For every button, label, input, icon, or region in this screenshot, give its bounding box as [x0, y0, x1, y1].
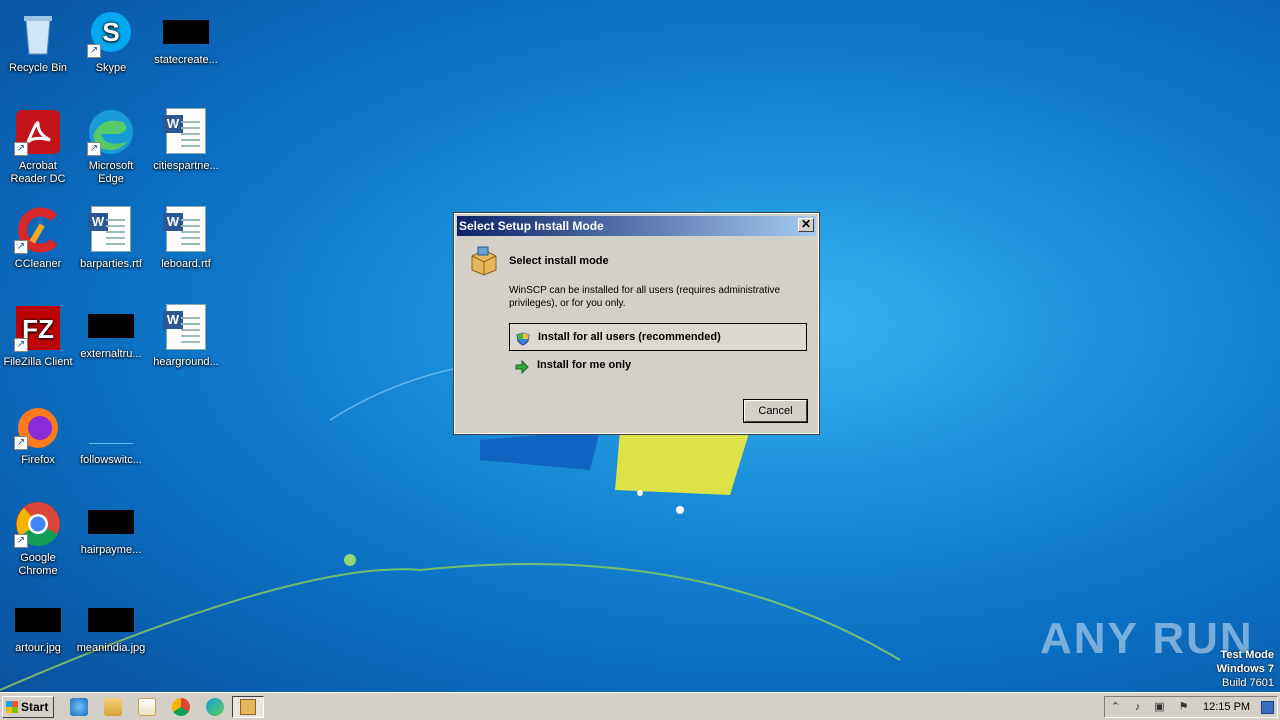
- watermark-line3: Build 7601: [1222, 677, 1274, 689]
- show-hidden-icons-icon[interactable]: ⌃: [1109, 701, 1122, 714]
- desktop-icon-chrome[interactable]: ↗ Google Chrome: [0, 496, 76, 586]
- desktop-icon-leboard[interactable]: W leboard.rtf: [148, 202, 224, 292]
- desktop-icon-recycle-bin[interactable]: Recycle Bin: [0, 6, 76, 96]
- firefox-icon: ↗: [14, 402, 62, 450]
- edge-taskbar-icon[interactable]: [206, 698, 224, 716]
- dialog-title: Select Setup Install Mode: [459, 219, 604, 233]
- windows-logo-icon: [6, 701, 18, 713]
- file-explorer-icon[interactable]: [104, 698, 122, 716]
- redacted-file-icon: [163, 20, 209, 44]
- install-me-only-button[interactable]: Install for me only: [509, 352, 807, 380]
- dialog-titlebar[interactable]: Select Setup Install Mode ✕: [457, 216, 816, 236]
- word-doc-icon: W: [163, 108, 206, 154]
- redacted-file-icon: [88, 510, 134, 534]
- acrobat-icon: ↗: [14, 108, 62, 156]
- volume-icon[interactable]: ♪: [1131, 701, 1144, 714]
- test-mode-watermark: Test Mode Windows 7 Build 7601: [1214, 648, 1274, 690]
- media-player-icon[interactable]: [138, 698, 156, 716]
- start-button[interactable]: Start: [2, 696, 54, 718]
- redacted-file-icon: [88, 608, 134, 632]
- install-me-only-label: Install for me only: [537, 359, 632, 371]
- close-button[interactable]: ✕: [798, 218, 814, 232]
- edge-icon: ↗: [87, 108, 135, 156]
- skype-icon: S ↗: [87, 10, 135, 58]
- filezilla-icon: FZ ↗: [14, 304, 62, 352]
- word-doc-icon: W: [163, 304, 206, 350]
- desktop-icon-followswitc[interactable]: followswitc...: [73, 398, 149, 488]
- dialog-heading: Select install mode: [509, 255, 609, 267]
- desktop-icon-externaltru[interactable]: externaltru...: [73, 300, 149, 390]
- dialog-description: WinSCP can be installed for all users (r…: [509, 285, 781, 309]
- desktop-icon-acrobat[interactable]: ↗ Acrobat Reader DC: [0, 104, 76, 194]
- action-center-flag-icon[interactable]: ⚑: [1177, 701, 1190, 714]
- setup-box-icon: [469, 246, 499, 276]
- desktop-icon-filezilla[interactable]: FZ ↗ FileZilla Client: [0, 300, 76, 390]
- desktop-icon-hearground[interactable]: W hearground...: [148, 300, 224, 390]
- green-arrow-icon: [515, 358, 529, 375]
- shortcut-arrow-icon: ↗: [14, 338, 28, 352]
- desktop-icon-meanindia[interactable]: meanindia.jpg: [73, 594, 149, 684]
- shortcut-arrow-icon: ↗: [14, 436, 28, 450]
- desktop-icon-edge[interactable]: ↗ Microsoft Edge: [73, 104, 149, 194]
- desktop-icon-firefox[interactable]: ↗ Firefox: [0, 398, 76, 488]
- redacted-file-icon: [88, 314, 134, 338]
- clock[interactable]: 12:15 PM: [1203, 697, 1250, 717]
- watermark-line2: Windows 7: [1216, 663, 1274, 675]
- desktop-icon-skype[interactable]: S ↗ Skype: [73, 6, 149, 96]
- shortcut-arrow-icon: ↗: [14, 534, 28, 548]
- chrome-icon: ↗: [14, 500, 62, 548]
- install-all-users-label: Install for all users (recommended): [538, 331, 721, 343]
- shortcut-arrow-icon: ↗: [87, 44, 101, 58]
- taskbar: Start ⌃ ♪ ▣ ⚑ 12:15 PM: [0, 692, 1280, 720]
- network-icon[interactable]: ▣: [1153, 701, 1166, 714]
- shortcut-arrow-icon: ↗: [14, 142, 28, 156]
- desktop-icon-ccleaner[interactable]: ↗ CCleaner: [0, 202, 76, 292]
- desktop-icon-barparties[interactable]: W barparties.rtf: [73, 202, 149, 292]
- install-all-users-button[interactable]: Install for all users (recommended): [509, 323, 807, 351]
- show-desktop-icon[interactable]: [1261, 701, 1274, 714]
- uac-shield-icon: [516, 330, 530, 346]
- shortcut-arrow-icon: ↗: [14, 240, 28, 254]
- winscp-setup-task-button[interactable]: [232, 696, 264, 718]
- word-doc-icon: W: [163, 206, 206, 252]
- recycle-bin-icon: [14, 10, 62, 58]
- cancel-button[interactable]: Cancel: [743, 399, 808, 423]
- blank-file-icon: [89, 420, 133, 444]
- internet-explorer-icon[interactable]: [70, 698, 88, 716]
- chrome-taskbar-icon[interactable]: [172, 698, 190, 716]
- desktop-icon-artour[interactable]: artour.jpg: [0, 594, 76, 684]
- watermark-line1: Test Mode: [1220, 649, 1274, 661]
- ccleaner-icon: ↗: [14, 206, 62, 254]
- start-label: Start: [21, 700, 49, 714]
- shortcut-arrow-icon: ↗: [87, 142, 101, 156]
- redacted-file-icon: [15, 608, 61, 632]
- desktop-icon-citiespartne[interactable]: W citiespartne...: [148, 104, 224, 194]
- word-doc-icon: W: [88, 206, 131, 252]
- svg-text:S: S: [102, 17, 119, 47]
- setup-box-taskbar-icon: [240, 699, 256, 715]
- desktop-icon-statecreate[interactable]: statecreate...: [148, 6, 224, 96]
- system-tray: ⌃ ♪ ▣ ⚑ 12:15 PM: [1104, 696, 1278, 718]
- install-mode-dialog: Select Setup Install Mode ✕ Select insta…: [453, 212, 820, 435]
- desktop-icon-hairpayme[interactable]: hairpayme...: [73, 496, 149, 586]
